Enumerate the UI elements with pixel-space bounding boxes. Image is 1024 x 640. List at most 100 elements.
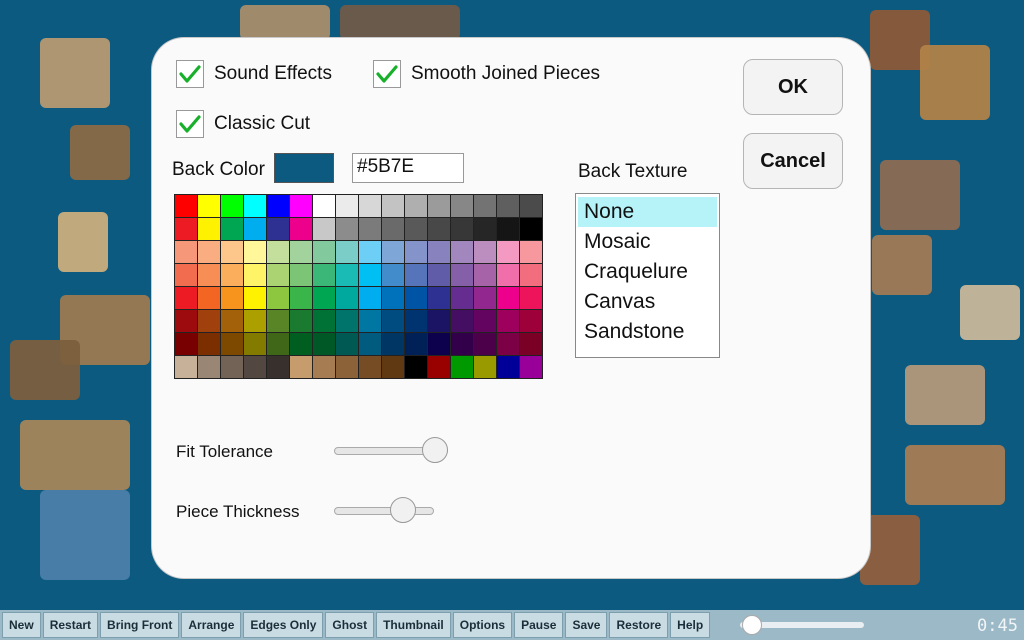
palette-color-cell[interactable]	[428, 333, 450, 355]
back-color-hex-input[interactable]: #5B7E	[352, 153, 464, 183]
palette-color-cell[interactable]	[428, 287, 450, 309]
palette-color-cell[interactable]	[405, 241, 427, 263]
puzzle-piece[interactable]	[872, 235, 932, 295]
palette-color-cell[interactable]	[428, 264, 450, 286]
palette-color-cell[interactable]	[267, 310, 289, 332]
palette-color-cell[interactable]	[359, 195, 381, 217]
palette-color-cell[interactable]	[267, 218, 289, 240]
palette-color-cell[interactable]	[198, 356, 220, 378]
palette-color-cell[interactable]	[290, 241, 312, 263]
palette-color-cell[interactable]	[474, 218, 496, 240]
palette-color-cell[interactable]	[221, 333, 243, 355]
toolbar-edges-only-button[interactable]: Edges Only	[243, 612, 324, 638]
palette-color-cell[interactable]	[267, 333, 289, 355]
zoom-slider[interactable]	[740, 615, 864, 635]
ok-button[interactable]: OK	[743, 59, 843, 115]
palette-color-cell[interactable]	[520, 195, 542, 217]
palette-color-cell[interactable]	[474, 264, 496, 286]
palette-color-cell[interactable]	[451, 264, 473, 286]
texture-option-canvas[interactable]: Canvas	[578, 287, 717, 317]
toolbar-restart-button[interactable]: Restart	[42, 612, 99, 638]
palette-color-cell[interactable]	[382, 310, 404, 332]
palette-color-cell[interactable]	[175, 287, 197, 309]
palette-color-cell[interactable]	[451, 333, 473, 355]
palette-color-cell[interactable]	[290, 287, 312, 309]
texture-option-mosaic[interactable]: Mosaic	[578, 227, 717, 257]
puzzle-piece[interactable]	[905, 445, 1005, 505]
toolbar-options-button[interactable]: Options	[452, 612, 513, 638]
palette-color-cell[interactable]	[290, 333, 312, 355]
palette-color-cell[interactable]	[175, 195, 197, 217]
palette-color-cell[interactable]	[451, 310, 473, 332]
puzzle-piece[interactable]	[58, 212, 108, 272]
puzzle-piece[interactable]	[20, 420, 130, 490]
palette-color-cell[interactable]	[313, 287, 335, 309]
palette-color-cell[interactable]	[497, 195, 519, 217]
palette-color-cell[interactable]	[267, 287, 289, 309]
toolbar-help-button[interactable]: Help	[670, 612, 711, 638]
palette-color-cell[interactable]	[497, 333, 519, 355]
toolbar-new-button[interactable]: New	[2, 612, 41, 638]
palette-color-cell[interactable]	[313, 356, 335, 378]
palette-color-cell[interactable]	[405, 264, 427, 286]
puzzle-piece[interactable]	[40, 38, 110, 108]
classic-cut-checkbox[interactable]	[176, 110, 204, 138]
palette-color-cell[interactable]	[198, 241, 220, 263]
toolbar-ghost-button[interactable]: Ghost	[325, 612, 375, 638]
palette-color-cell[interactable]	[382, 333, 404, 355]
palette-color-cell[interactable]	[382, 195, 404, 217]
palette-color-cell[interactable]	[290, 195, 312, 217]
puzzle-piece[interactable]	[880, 160, 960, 230]
palette-color-cell[interactable]	[244, 264, 266, 286]
palette-color-cell[interactable]	[359, 264, 381, 286]
palette-color-cell[interactable]	[405, 310, 427, 332]
palette-color-cell[interactable]	[336, 287, 358, 309]
palette-color-cell[interactable]	[520, 241, 542, 263]
palette-color-cell[interactable]	[474, 287, 496, 309]
palette-color-cell[interactable]	[497, 264, 519, 286]
sound-effects-option[interactable]: Sound Effects	[176, 60, 332, 88]
palette-color-cell[interactable]	[474, 310, 496, 332]
palette-color-cell[interactable]	[405, 218, 427, 240]
palette-color-cell[interactable]	[451, 241, 473, 263]
palette-color-cell[interactable]	[474, 356, 496, 378]
palette-color-cell[interactable]	[244, 356, 266, 378]
palette-color-cell[interactable]	[405, 287, 427, 309]
palette-color-cell[interactable]	[290, 218, 312, 240]
palette-color-cell[interactable]	[198, 264, 220, 286]
sound-effects-checkbox[interactable]	[176, 60, 204, 88]
palette-color-cell[interactable]	[336, 264, 358, 286]
palette-color-cell[interactable]	[382, 264, 404, 286]
palette-color-cell[interactable]	[428, 356, 450, 378]
palette-color-cell[interactable]	[221, 195, 243, 217]
palette-color-cell[interactable]	[175, 356, 197, 378]
back-texture-list[interactable]: None Mosaic Craquelure Canvas Sandstone	[575, 193, 720, 358]
palette-color-cell[interactable]	[382, 241, 404, 263]
palette-color-cell[interactable]	[336, 218, 358, 240]
palette-color-cell[interactable]	[359, 333, 381, 355]
palette-color-cell[interactable]	[336, 310, 358, 332]
fit-tolerance-thumb[interactable]	[422, 437, 448, 463]
palette-color-cell[interactable]	[290, 356, 312, 378]
puzzle-piece[interactable]	[905, 365, 985, 425]
palette-color-cell[interactable]	[267, 195, 289, 217]
palette-color-cell[interactable]	[520, 264, 542, 286]
palette-color-cell[interactable]	[198, 310, 220, 332]
palette-color-cell[interactable]	[198, 333, 220, 355]
palette-color-cell[interactable]	[244, 333, 266, 355]
toolbar-arrange-button[interactable]: Arrange	[181, 612, 242, 638]
palette-color-cell[interactable]	[221, 356, 243, 378]
palette-color-cell[interactable]	[474, 333, 496, 355]
palette-color-cell[interactable]	[244, 195, 266, 217]
palette-color-cell[interactable]	[359, 241, 381, 263]
zoom-slider-thumb[interactable]	[742, 615, 762, 635]
palette-color-cell[interactable]	[497, 218, 519, 240]
palette-color-cell[interactable]	[405, 356, 427, 378]
palette-color-cell[interactable]	[336, 241, 358, 263]
toolbar-save-button[interactable]: Save	[565, 612, 608, 638]
puzzle-piece[interactable]	[40, 490, 130, 580]
puzzle-piece[interactable]	[960, 285, 1020, 340]
classic-cut-option[interactable]: Classic Cut	[176, 110, 310, 138]
palette-color-cell[interactable]	[221, 218, 243, 240]
palette-color-cell[interactable]	[451, 218, 473, 240]
